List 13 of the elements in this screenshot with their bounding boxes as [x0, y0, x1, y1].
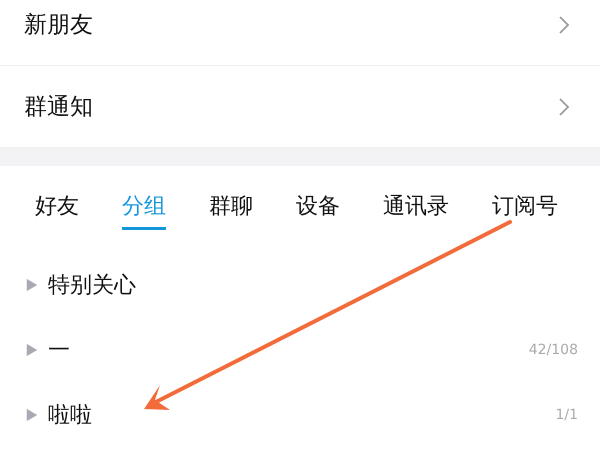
group-count: 42/108 [528, 342, 578, 358]
chevron-right-icon [558, 14, 570, 34]
tab[interactable]: 设备 [296, 180, 340, 230]
group-count: 1/1 [555, 406, 578, 422]
tab[interactable]: 通讯录 [383, 180, 449, 230]
group-name[interactable]: 一 [48, 334, 529, 364]
menu-item[interactable]: 新朋友 [0, 0, 600, 66]
tab[interactable]: 好友 [35, 180, 79, 230]
group-name[interactable]: 啦啦 [48, 400, 556, 430]
tab[interactable]: 订阅号 [492, 180, 558, 230]
tab[interactable]: 群聊 [209, 180, 253, 230]
group-name[interactable]: 特别关心 [48, 270, 578, 300]
chevron-right-icon [558, 96, 570, 116]
